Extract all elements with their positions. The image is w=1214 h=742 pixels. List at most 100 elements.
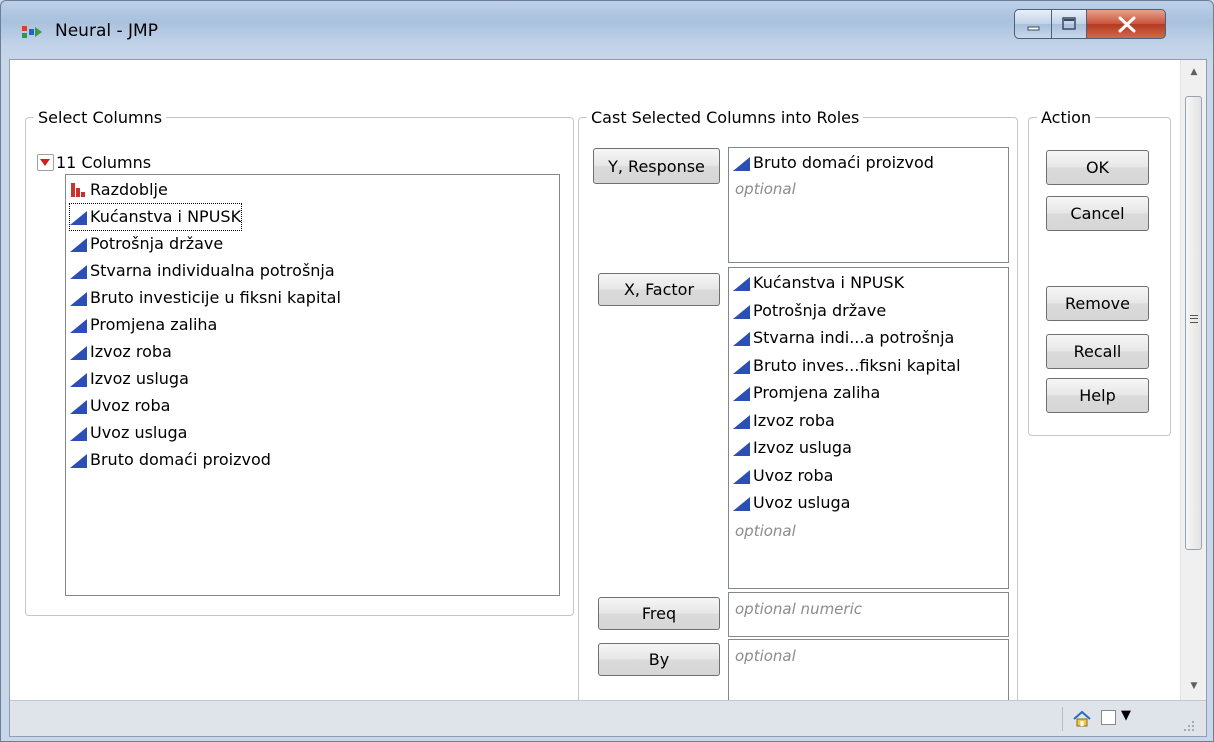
continuous-triangle-icon [733, 359, 750, 374]
list-item-label: Razdoblje [90, 180, 168, 199]
dialog-content: Select Columns 11 Columns Razdoblje Kućan… [10, 60, 1180, 700]
list-item[interactable]: Bruto domaći proizvod [733, 150, 934, 176]
list-item[interactable]: Potrošnja države [70, 231, 223, 257]
list-item[interactable]: Uvoz roba [733, 463, 833, 489]
by-listbox[interactable]: optional [728, 639, 1009, 700]
list-item[interactable]: Izvoz roba [70, 339, 172, 365]
by-button[interactable]: By [598, 643, 720, 676]
resize-grip-icon[interactable] [1182, 719, 1196, 733]
scroll-down-arrow-icon[interactable]: ▼ [1181, 676, 1207, 696]
list-item[interactable]: Kućanstva i NPUSK [68, 203, 243, 231]
list-item[interactable]: Promjena zaliha [70, 312, 217, 338]
minimize-button[interactable] [1014, 9, 1052, 39]
list-item-label: Uvoz usluga [753, 493, 851, 512]
window-checkbox[interactable] [1101, 710, 1116, 725]
y-response-button[interactable]: Y, Response [593, 148, 720, 184]
list-item-label: Uvoz usluga [90, 423, 188, 442]
continuous-triangle-icon [70, 454, 87, 468]
title-bar[interactable]: Neural - JMP [1, 1, 1213, 59]
list-item[interactable]: Bruto inves...fiksni kapital [733, 353, 961, 379]
dropdown-arrow-icon[interactable]: ▼ [1121, 708, 1131, 723]
ordinal-bar-icon [70, 182, 86, 198]
optional-placeholder: optional [735, 180, 796, 198]
list-item-label: Uvoz roba [90, 396, 171, 415]
list-item[interactable]: Izvoz roba [733, 408, 835, 434]
dialog-window: Neural - JMP Select Columns 11 Columns R… [0, 0, 1214, 742]
continuous-triangle-icon [70, 373, 87, 387]
continuous-triangle-icon [733, 442, 750, 456]
continuous-triangle-icon [733, 332, 750, 346]
vertical-scrollbar[interactable]: ▲ ▼ [1180, 60, 1206, 700]
optional-placeholder: optional [735, 521, 796, 540]
list-item[interactable]: Stvarna individualna potrošnja [70, 258, 335, 284]
y-response-listbox[interactable]: Bruto domaći proizvod optional [728, 147, 1009, 263]
continuous-triangle-icon [70, 238, 87, 252]
list-item-label: Izvoz usluga [90, 369, 189, 388]
jmp-app-icon [22, 26, 42, 38]
list-item[interactable]: Promjena zaliha [733, 380, 880, 406]
status-separator [1062, 707, 1063, 731]
disclosure-triangle-icon[interactable] [37, 153, 54, 171]
maximize-button[interactable] [1051, 9, 1087, 39]
list-item-label: Izvoz roba [753, 410, 835, 430]
list-item[interactable]: Izvoz usluga [70, 366, 189, 392]
x-factor-listbox[interactable]: Kućanstva i NPUSK Potrošnja države Stvarna… [728, 267, 1009, 589]
grip-icon [1190, 315, 1198, 323]
list-item-label: Kućanstva i NPUSK [90, 207, 242, 226]
list-item[interactable]: Stvarna indi...a potrošnja [733, 325, 954, 351]
list-item-label: Kućanstva i NPUSK [753, 273, 905, 292]
continuous-triangle-icon [70, 265, 87, 279]
list-item[interactable]: Uvoz usluga [70, 420, 187, 446]
recall-button[interactable]: Recall [1046, 334, 1149, 369]
list-item-label: Stvarna individualna potrošnja [90, 261, 335, 280]
columns-listbox[interactable]: Razdoblje Kućanstva i NPUSK Potrošnja drža… [65, 174, 560, 596]
continuous-triangle-icon [733, 414, 750, 429]
by-placeholder: optional [735, 647, 796, 665]
continuous-triangle-icon [70, 427, 87, 441]
list-item-label: Izvoz roba [90, 342, 172, 361]
close-icon [1118, 16, 1136, 33]
freq-listbox[interactable]: optional numeric [728, 592, 1009, 637]
list-item-label: Uvoz roba [753, 465, 834, 485]
list-item-label: Promjena zaliha [753, 383, 881, 402]
status-bar: ▼ [10, 700, 1206, 736]
home-icon[interactable] [1072, 710, 1092, 728]
cast-roles-legend: Cast Selected Columns into Roles [591, 108, 860, 127]
close-button[interactable] [1086, 9, 1166, 39]
list-item-label: Stvarna indi...a potrošnja [753, 328, 955, 347]
list-item[interactable]: Izvoz usluga [733, 435, 852, 461]
columns-count-header: 11 Columns [37, 150, 151, 174]
list-item[interactable]: Razdoblje [70, 177, 168, 203]
freq-placeholder: optional numeric [735, 600, 862, 618]
continuous-triangle-icon [733, 497, 750, 511]
window-title: Neural - JMP [55, 21, 158, 41]
list-item[interactable]: Bruto domaći proizvod [70, 447, 271, 473]
x-factor-button[interactable]: X, Factor [598, 273, 720, 306]
scroll-up-arrow-icon[interactable]: ▲ [1181, 62, 1207, 82]
continuous-triangle-icon [733, 469, 750, 484]
continuous-triangle-icon [733, 277, 750, 291]
maximize-icon [1062, 17, 1076, 30]
list-item[interactable]: Potrošnja države [733, 298, 886, 324]
list-item-label: Bruto investicije u fiksni kapital [90, 288, 341, 307]
cancel-button[interactable]: Cancel [1046, 196, 1149, 231]
continuous-triangle-icon [733, 304, 750, 319]
freq-button[interactable]: Freq [598, 597, 720, 630]
help-button[interactable]: Help [1046, 378, 1149, 413]
ok-button[interactable]: OK [1046, 150, 1149, 185]
list-item-label: Potrošnja države [753, 300, 887, 320]
scrollbar-thumb[interactable] [1185, 96, 1202, 550]
list-item[interactable]: Kućanstva i NPUSK [733, 270, 904, 296]
list-item-label: Promjena zaliha [90, 315, 218, 334]
list-item-label: Bruto inves...fiksni kapital [753, 355, 961, 375]
continuous-triangle-icon [70, 292, 87, 306]
select-columns-legend: Select Columns [38, 108, 163, 127]
list-item[interactable]: Uvoz roba [70, 393, 170, 419]
continuous-triangle-icon [733, 387, 750, 401]
remove-button[interactable]: Remove [1046, 286, 1149, 321]
list-item-label: Bruto domaći proizvod [90, 450, 271, 469]
columns-count-label: 11 Columns [56, 152, 152, 172]
list-item[interactable]: Uvoz usluga [733, 490, 850, 516]
list-item[interactable]: Bruto investicije u fiksni kapital [70, 285, 341, 311]
action-legend: Action [1041, 108, 1092, 127]
